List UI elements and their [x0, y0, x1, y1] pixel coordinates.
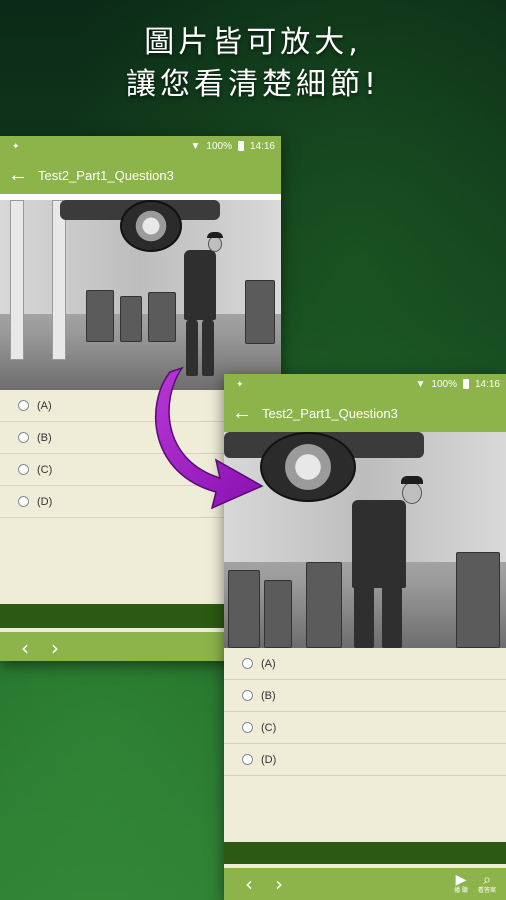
equipment-cabinet: [264, 580, 292, 648]
chevron-left-icon[interactable]: ‹: [234, 872, 264, 896]
radio-button[interactable]: [18, 464, 29, 475]
status-time: 14:16: [249, 140, 275, 152]
chevron-right-icon[interactable]: ›: [264, 872, 294, 896]
question-title: Test2_Part1_Question3: [38, 167, 174, 183]
app-bar: ← Test2_Part1_Question3: [0, 156, 281, 194]
play-icon: ▶: [455, 872, 467, 888]
car-tire: [120, 200, 182, 252]
wifi-icon: ▼: [415, 378, 426, 390]
radio-button[interactable]: [18, 432, 29, 443]
mechanic-figure: [352, 500, 406, 588]
mechanic-head: [208, 236, 222, 252]
option-c[interactable]: (C): [224, 712, 506, 744]
battery-percent: 100%: [206, 140, 232, 152]
equipment-cabinet: [148, 292, 176, 342]
radio-button[interactable]: [242, 690, 253, 701]
bottom-nav: ‹ › ▶ 播 聽 ⌕ 看答案: [224, 868, 506, 900]
mechanic-figure: [184, 250, 216, 320]
mechanic-leg: [382, 582, 402, 648]
radio-button[interactable]: [242, 754, 253, 765]
view-answer-button[interactable]: ⌕ 看答案: [478, 873, 496, 895]
option-d[interactable]: (D): [224, 744, 506, 776]
equipment-cabinet: [306, 562, 342, 648]
car-tire: [260, 432, 356, 502]
answer-options: (A) (B) (C) (D): [224, 648, 506, 776]
equipment-cabinet: [456, 552, 500, 648]
lift-pillar: [10, 200, 24, 360]
mechanic-head: [402, 482, 422, 504]
zoom-icon: ⌕: [483, 872, 491, 888]
radio-button[interactable]: [18, 400, 29, 411]
wifi-icon: ▼: [190, 140, 201, 152]
status-time: 14:16: [474, 378, 500, 390]
battery-icon: [462, 379, 469, 389]
equipment-cabinet: [86, 290, 114, 342]
mechanic-cap: [207, 232, 223, 238]
question-title: Test2_Part1_Question3: [262, 405, 398, 421]
promo-headline: 圖片皆可放大, 讓您看清楚細節!: [0, 22, 506, 106]
battery-percent: 100%: [431, 378, 457, 390]
lift-pillar: [52, 200, 66, 360]
chevron-left-icon[interactable]: ‹: [10, 636, 40, 660]
status-bar: ✦ ▼ 100% 14:16: [0, 136, 281, 156]
equipment-cabinet: [228, 570, 260, 648]
mechanic-leg: [354, 582, 374, 648]
back-arrow-icon[interactable]: ←: [6, 163, 30, 187]
play-label: 播 聽: [454, 887, 468, 894]
promo-line-2: 讓您看清楚細節!: [125, 67, 381, 102]
signal-icon: ✦: [12, 140, 20, 151]
promo-line-1: 圖片皆可放大,: [144, 25, 362, 60]
equipment-cabinet: [120, 296, 142, 342]
equipment-cabinet: [245, 280, 275, 344]
option-a[interactable]: (A): [224, 648, 506, 680]
option-b[interactable]: (B): [224, 680, 506, 712]
radio-button[interactable]: [18, 496, 29, 507]
mechanic-cap: [401, 476, 423, 484]
play-audio-button[interactable]: ▶ 播 聽: [454, 873, 468, 895]
bottom-strip: [224, 842, 506, 864]
view-answer-label: 看答案: [477, 887, 496, 894]
battery-icon: [237, 141, 244, 151]
radio-button[interactable]: [242, 722, 253, 733]
radio-button[interactable]: [242, 658, 253, 669]
curved-arrow-icon: [154, 366, 264, 510]
chevron-right-icon[interactable]: ›: [40, 636, 70, 660]
